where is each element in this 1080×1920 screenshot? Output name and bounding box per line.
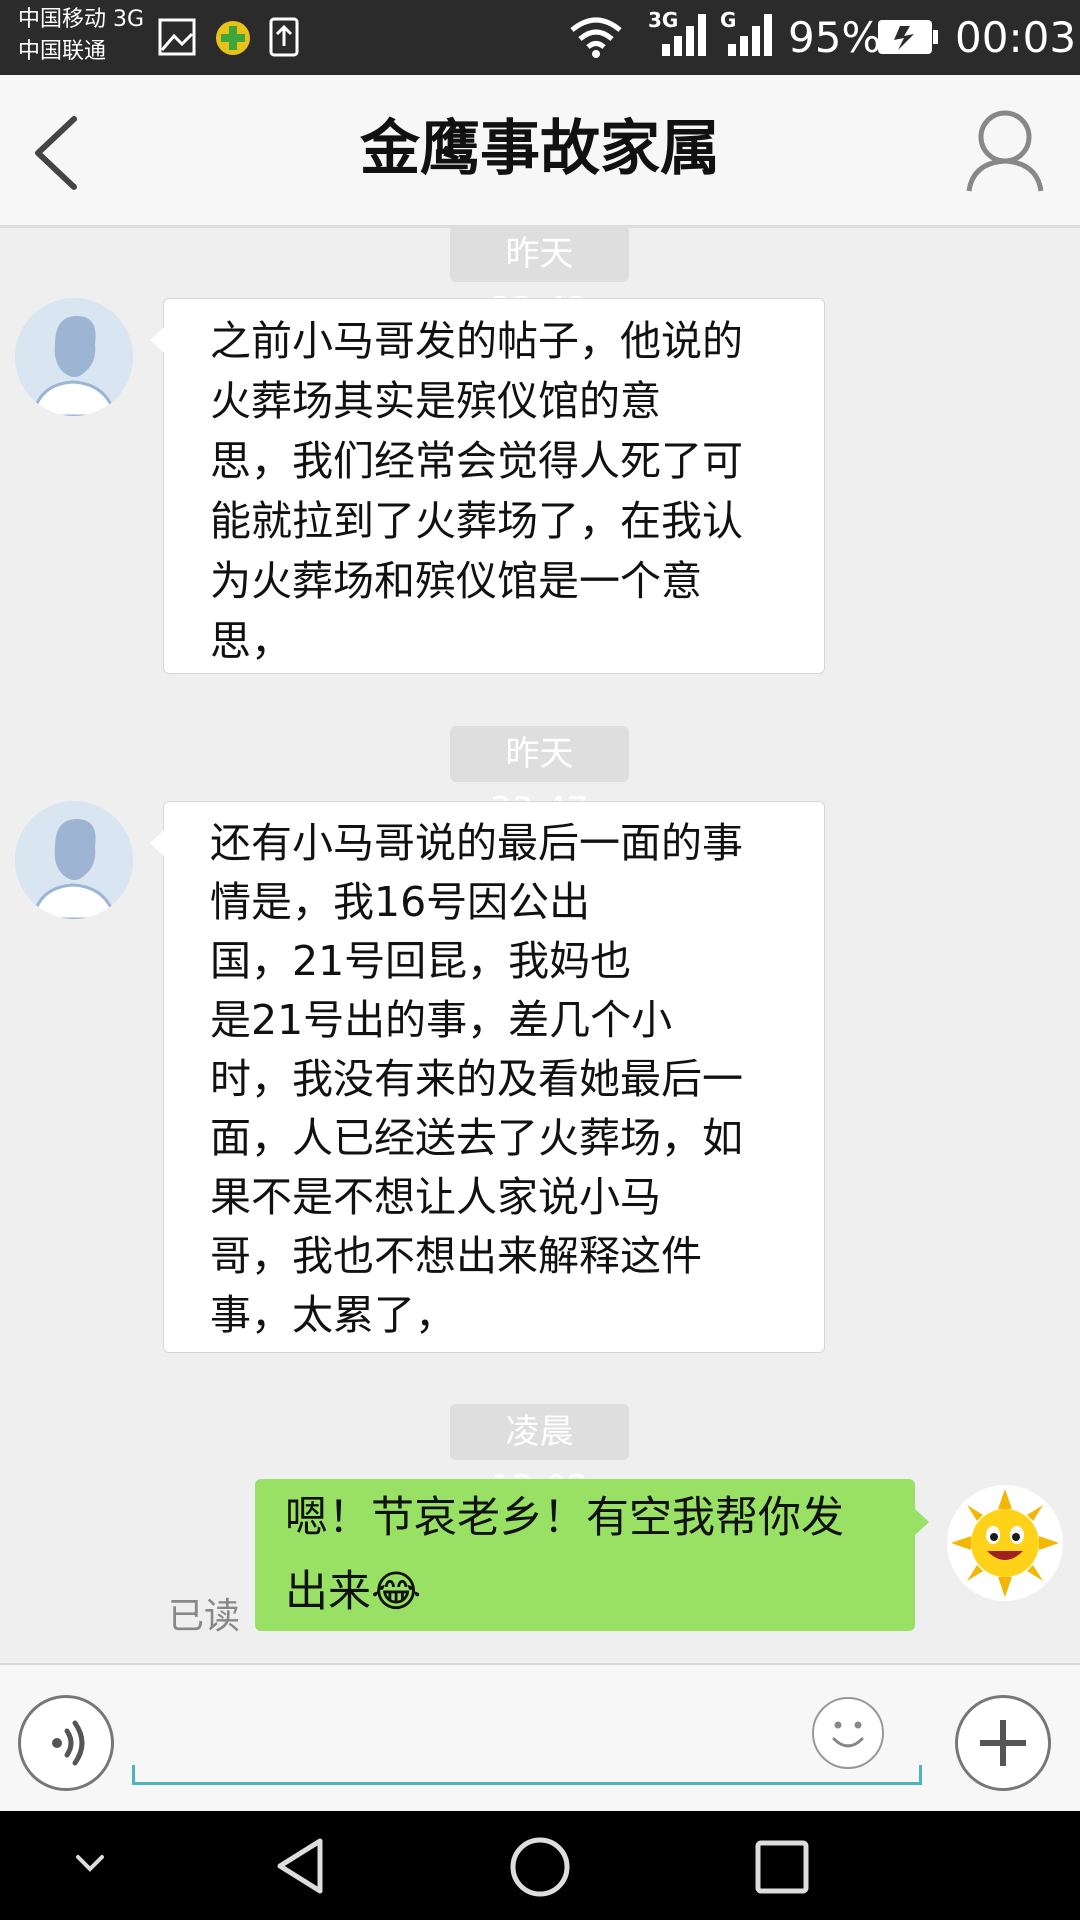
message-line: 之前小马哥发的帖子，他说的	[210, 317, 743, 365]
plus-icon	[980, 1720, 1026, 1766]
chevron-down-icon[interactable]	[72, 1851, 108, 1877]
message-line: 思，	[210, 617, 292, 665]
image-icon	[158, 18, 196, 56]
battery-icon	[878, 20, 938, 54]
message-line: 思，我们经常会觉得人死了可	[210, 437, 743, 485]
upload-icon	[269, 17, 299, 57]
home-circle-icon[interactable]	[508, 1835, 572, 1899]
message-bubble[interactable]: 之前小马哥发的帖子，他说的 火葬场其实是殡仪馆的意 思，我们经常会觉得人死了可 …	[150, 298, 825, 674]
voice-button[interactable]	[18, 1695, 114, 1791]
smiley-icon	[832, 1721, 864, 1748]
app-plus-icon	[216, 21, 250, 55]
my-message-bubble[interactable]: 嗯！节哀老乡！有空我帮你发 出来😂	[255, 1479, 929, 1631]
timestamp: 昨天 23:42	[450, 226, 629, 330]
message-line: 是21号出的事，差几个小	[210, 996, 673, 1044]
message-line: 火葬场其实是殡仪馆的意	[210, 377, 661, 425]
message-line: 时，我没有来的及看她最后一	[210, 1055, 743, 1103]
message-line: 国，21号回昆，我妈也	[210, 937, 632, 985]
carrier-2: 中国联通	[18, 39, 107, 64]
sun-avatar-icon[interactable]	[945, 1483, 1065, 1603]
user-icon[interactable]	[965, 105, 1045, 195]
status-bar: 中国移动 3G 中国联通 3G G 95% 00:03	[0, 0, 1080, 75]
timestamp: 昨天 23:47	[450, 726, 629, 830]
clock: 00:03	[955, 13, 1077, 62]
system-nav-bar	[0, 1811, 1080, 1920]
chat-title: 金鹰事故家属	[360, 114, 720, 184]
timestamp: 凌晨 12:02	[450, 1404, 629, 1508]
wifi-icon	[570, 17, 622, 58]
message-line: 情是，我16号因公出	[210, 878, 591, 926]
read-status: 已读	[168, 1596, 241, 1637]
avatar[interactable]	[15, 298, 133, 416]
message-bubble[interactable]: 还有小马哥说的最后一面的事 情是，我16号因公出 国，21号回昆，我妈也 是21…	[150, 801, 825, 1353]
message-line: 嗯！节哀老乡！有空我帮你发	[285, 1493, 844, 1543]
carrier-info: 中国移动 3G 中国联通	[18, 4, 144, 68]
signal-icon-2	[728, 14, 772, 56]
avatar[interactable]	[15, 801, 133, 919]
chat-header: 金鹰事故家属	[0, 75, 1080, 228]
avatar-figure-icon	[15, 801, 133, 919]
recents-square-icon[interactable]	[752, 1837, 812, 1897]
message-line: 出来😂	[285, 1567, 422, 1617]
message-line: 面，人已经送去了火葬场，如	[210, 1114, 743, 1162]
message-line: 为火葬场和殡仪馆是一个意	[210, 557, 702, 605]
message-line: 事，太累了，	[210, 1291, 456, 1339]
emoji-button[interactable]	[812, 1697, 884, 1769]
input-bar	[0, 1663, 1080, 1813]
message-input[interactable]	[132, 1765, 922, 1785]
message-line: 还有小马哥说的最后一面的事	[210, 819, 743, 867]
carrier-1: 中国移动 3G	[18, 7, 145, 32]
message-line: 果不是不想让人家说小马	[210, 1173, 661, 1221]
avatar-figure-icon	[15, 298, 133, 416]
battery-percent: 95%	[788, 13, 882, 62]
back-triangle-icon[interactable]	[272, 1835, 328, 1897]
message-line: 哥，我也不想出来解释这件	[210, 1232, 702, 1280]
signal-icon	[662, 14, 706, 56]
message-line: 能就拉到了火葬场了，在我认	[210, 497, 743, 545]
add-button[interactable]	[955, 1695, 1051, 1791]
voice-icon	[52, 1720, 85, 1766]
